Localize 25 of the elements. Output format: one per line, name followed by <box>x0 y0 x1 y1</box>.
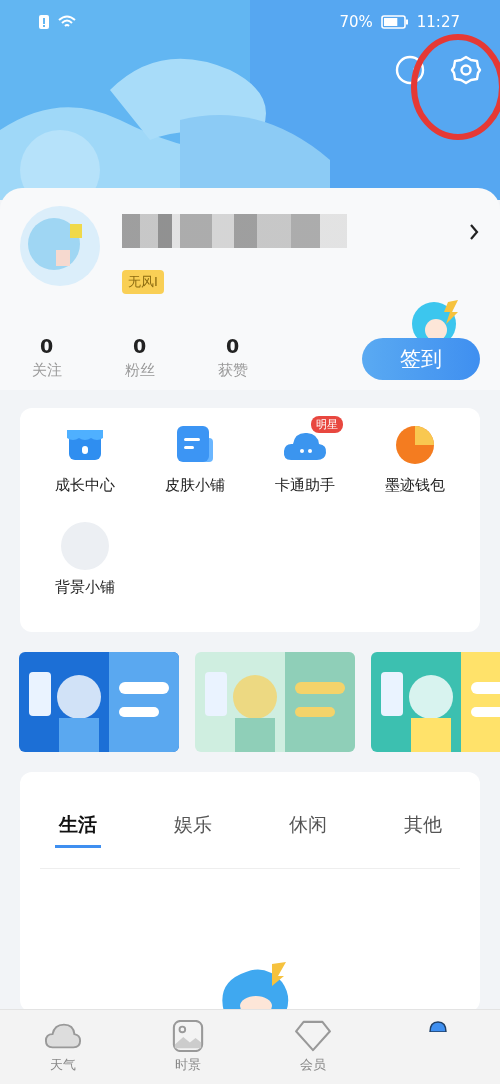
feature-label[interactable]: 皮肤小铺 <box>165 476 225 495</box>
sim-alert-icon <box>38 14 50 30</box>
face-icon[interactable] <box>394 54 426 86</box>
category-tab[interactable]: 其他 <box>399 808 446 848</box>
avatar[interactable] <box>20 206 100 286</box>
battery-icon <box>380 15 409 29</box>
star-badge: 明星 <box>311 416 343 433</box>
diamond-icon[interactable] <box>293 1020 332 1052</box>
category-tab[interactable]: 娱乐 <box>169 808 216 848</box>
feature-label[interactable]: 墨迹钱包 <box>385 476 445 495</box>
category-tab[interactable]: 休闲 <box>284 808 331 848</box>
battery-percent: 70% <box>339 13 373 31</box>
clock: 11:27 <box>416 13 460 31</box>
stat-count: 0 <box>39 335 54 357</box>
level-badge: 无风I <box>122 270 164 294</box>
chevron-right-icon[interactable] <box>468 222 480 242</box>
feature-label[interactable]: 成长中心 <box>55 476 115 495</box>
category-tab[interactable]: 生活 <box>54 808 101 848</box>
feature-label[interactable]: 卡通助手 <box>275 476 335 495</box>
feature-label[interactable]: 背景小铺 <box>55 578 115 597</box>
settings-icon[interactable] <box>450 54 482 86</box>
stat-count: 0 <box>225 335 240 357</box>
wifi-icon <box>58 15 76 29</box>
stat-count: 0 <box>132 335 147 357</box>
avatar-icon[interactable] <box>427 1020 448 1032</box>
